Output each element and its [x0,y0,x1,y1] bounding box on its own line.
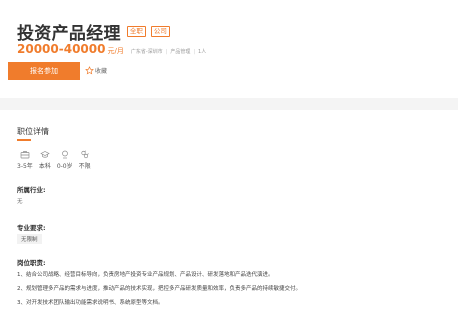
requirement-label: 0-0岁 [56,163,73,170]
requirement-label: 本科 [38,163,51,170]
salary-row: 20000-40000 元/月 广东省-深圳市 | 产品管理 | 1人 [17,42,206,56]
section-underline [17,139,31,141]
collect-button[interactable]: 收藏 [85,66,107,75]
company-tag: 公司 [150,26,170,37]
apply-button[interactable]: 报名参加 [8,62,80,80]
requirements-row: 3-5年 本科 0-0岁 不限 [17,150,97,170]
section-title: 职位详情 [17,127,49,136]
collect-label: 收藏 [95,68,108,75]
major-label: 专业要求: [17,224,46,232]
gender-requirement: 不限 [79,150,91,170]
job-location: 广东省-深圳市 [130,49,163,55]
job-title: 投资产品经理 [17,24,121,44]
meta-separator: | [193,49,196,55]
salary-range: 20000-40000 [17,42,106,56]
meta-separator: | [165,49,168,55]
graduation-cap-icon [40,151,50,158]
major-value-chip: 无限制 [17,234,42,244]
requirement-label: 3-5年 [17,163,33,170]
person-icon [61,150,68,159]
briefcase-icon [20,151,30,159]
duty-item: 3、对开发技术团队输出功能需求说明书、系统原型等文档。 [17,300,164,306]
gender-icon [81,150,89,159]
star-icon [85,66,94,75]
duty-item: 1、结合公司战略、经营目标导向，负责房地产投资专业产品规划、产品设计、研发落地和… [17,272,274,278]
job-headcount: 1人 [198,49,207,55]
industry-label: 所属行业: [17,186,46,194]
duty-item: 2、规划管理多产品的需求与进度，推动产品的技术实现，把控多产品研发质量和效率，负… [17,286,302,292]
section-gap [0,98,458,110]
salary-unit: 元/月 [107,47,124,55]
requirement-label: 不限 [78,163,91,170]
title-row: 投资产品经理 全职 公司 [17,19,170,44]
employment-type-tag: 全职 [126,26,146,37]
job-department: 产品管理 [170,49,191,55]
duties-label: 岗位职责: [17,259,46,267]
experience-requirement: 3-5年 [17,150,33,170]
industry-value: 无 [17,199,23,205]
education-requirement: 本科 [39,150,51,170]
age-requirement: 0-0岁 [57,150,73,170]
